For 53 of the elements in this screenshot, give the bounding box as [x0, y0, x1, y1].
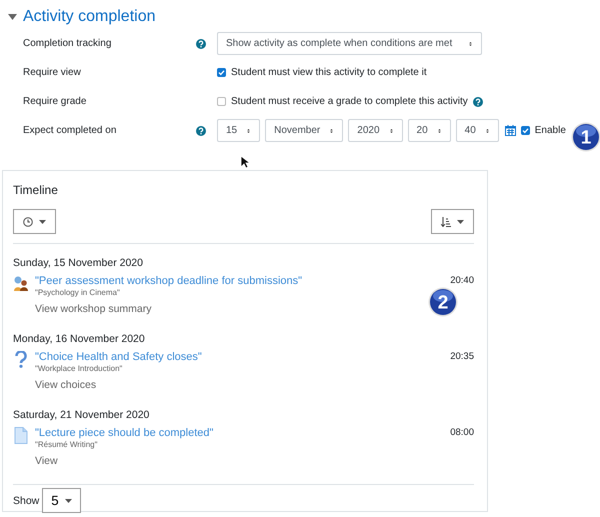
- document-icon: [13, 427, 29, 444]
- field-label: Expect completed on: [22, 125, 118, 136]
- field-label: Completion tracking: [22, 38, 112, 49]
- action-link[interactable]: View workshop summary: [35, 303, 152, 315]
- help-icon[interactable]: [472, 96, 483, 106]
- callout-badge: 1: [571, 122, 600, 152]
- event-time: 08:00: [450, 427, 474, 439]
- course-name: "Psychology in Cinema": [35, 288, 121, 297]
- course-name: "Résumé Writing": [35, 440, 98, 449]
- help-icon[interactable]: [196, 38, 206, 48]
- course-name: "Workplace Introduction": [35, 364, 124, 373]
- action-link[interactable]: View: [35, 455, 58, 467]
- checkbox-label: Student must view this activity to complete it: [231, 67, 427, 78]
- calendar-icon[interactable]: [504, 125, 516, 136]
- checkbox-label: Enable: [534, 125, 566, 136]
- event-link[interactable]: "Lecture piece should be completed": [35, 427, 450, 439]
- section-title[interactable]: Activity completion: [23, 8, 156, 26]
- event-time: 20:35: [450, 351, 474, 363]
- select-field[interactable]: 20: [408, 119, 451, 142]
- select-field[interactable]: November: [265, 119, 344, 142]
- checkbox[interactable]: [217, 97, 226, 106]
- caret-icon: [39, 220, 46, 224]
- clock-icon: [23, 216, 33, 226]
- select-field[interactable]: 2020: [348, 119, 403, 142]
- checkbox[interactable]: [217, 68, 226, 77]
- date-heading: Sunday, 15 November 2020: [13, 257, 144, 269]
- page-size-select[interactable]: 5: [42, 488, 81, 513]
- sort-button[interactable]: [431, 209, 474, 234]
- date-heading: Saturday, 21 November 2020: [13, 409, 150, 421]
- field-label: Require view: [22, 67, 82, 78]
- event-time: 20:40: [450, 275, 474, 287]
- event-link[interactable]: "Peer assessment workshop deadline for submissions": [35, 275, 450, 287]
- show-label: Show: [13, 494, 40, 506]
- date-heading: Monday, 16 November 2020: [13, 333, 146, 345]
- caret-icon: [457, 220, 464, 224]
- checkbox-label: Student must receive a grade to complete this activity: [231, 96, 468, 107]
- select-field[interactable]: Show activity as complete when conditions are met: [217, 32, 482, 55]
- callout-badge: 2: [428, 287, 458, 317]
- select-field[interactable]: 15: [217, 119, 260, 142]
- filter-button[interactable]: [13, 209, 56, 234]
- card-title: Timeline: [13, 183, 59, 197]
- question-mark-icon: [13, 351, 29, 368]
- event-link[interactable]: "Choice Health and Safety closes": [35, 351, 450, 363]
- checkbox[interactable]: [520, 126, 530, 135]
- field-label: Require grade: [22, 96, 88, 107]
- mouse-pointer-icon: [240, 155, 251, 169]
- people-icon: [13, 275, 29, 292]
- sort-icon: [441, 216, 451, 226]
- help-icon[interactable]: [196, 126, 206, 136]
- collapse-icon[interactable]: [8, 14, 17, 20]
- caret-icon: [64, 498, 72, 502]
- select-field[interactable]: 40: [456, 119, 499, 142]
- action-link[interactable]: View choices: [35, 379, 96, 391]
